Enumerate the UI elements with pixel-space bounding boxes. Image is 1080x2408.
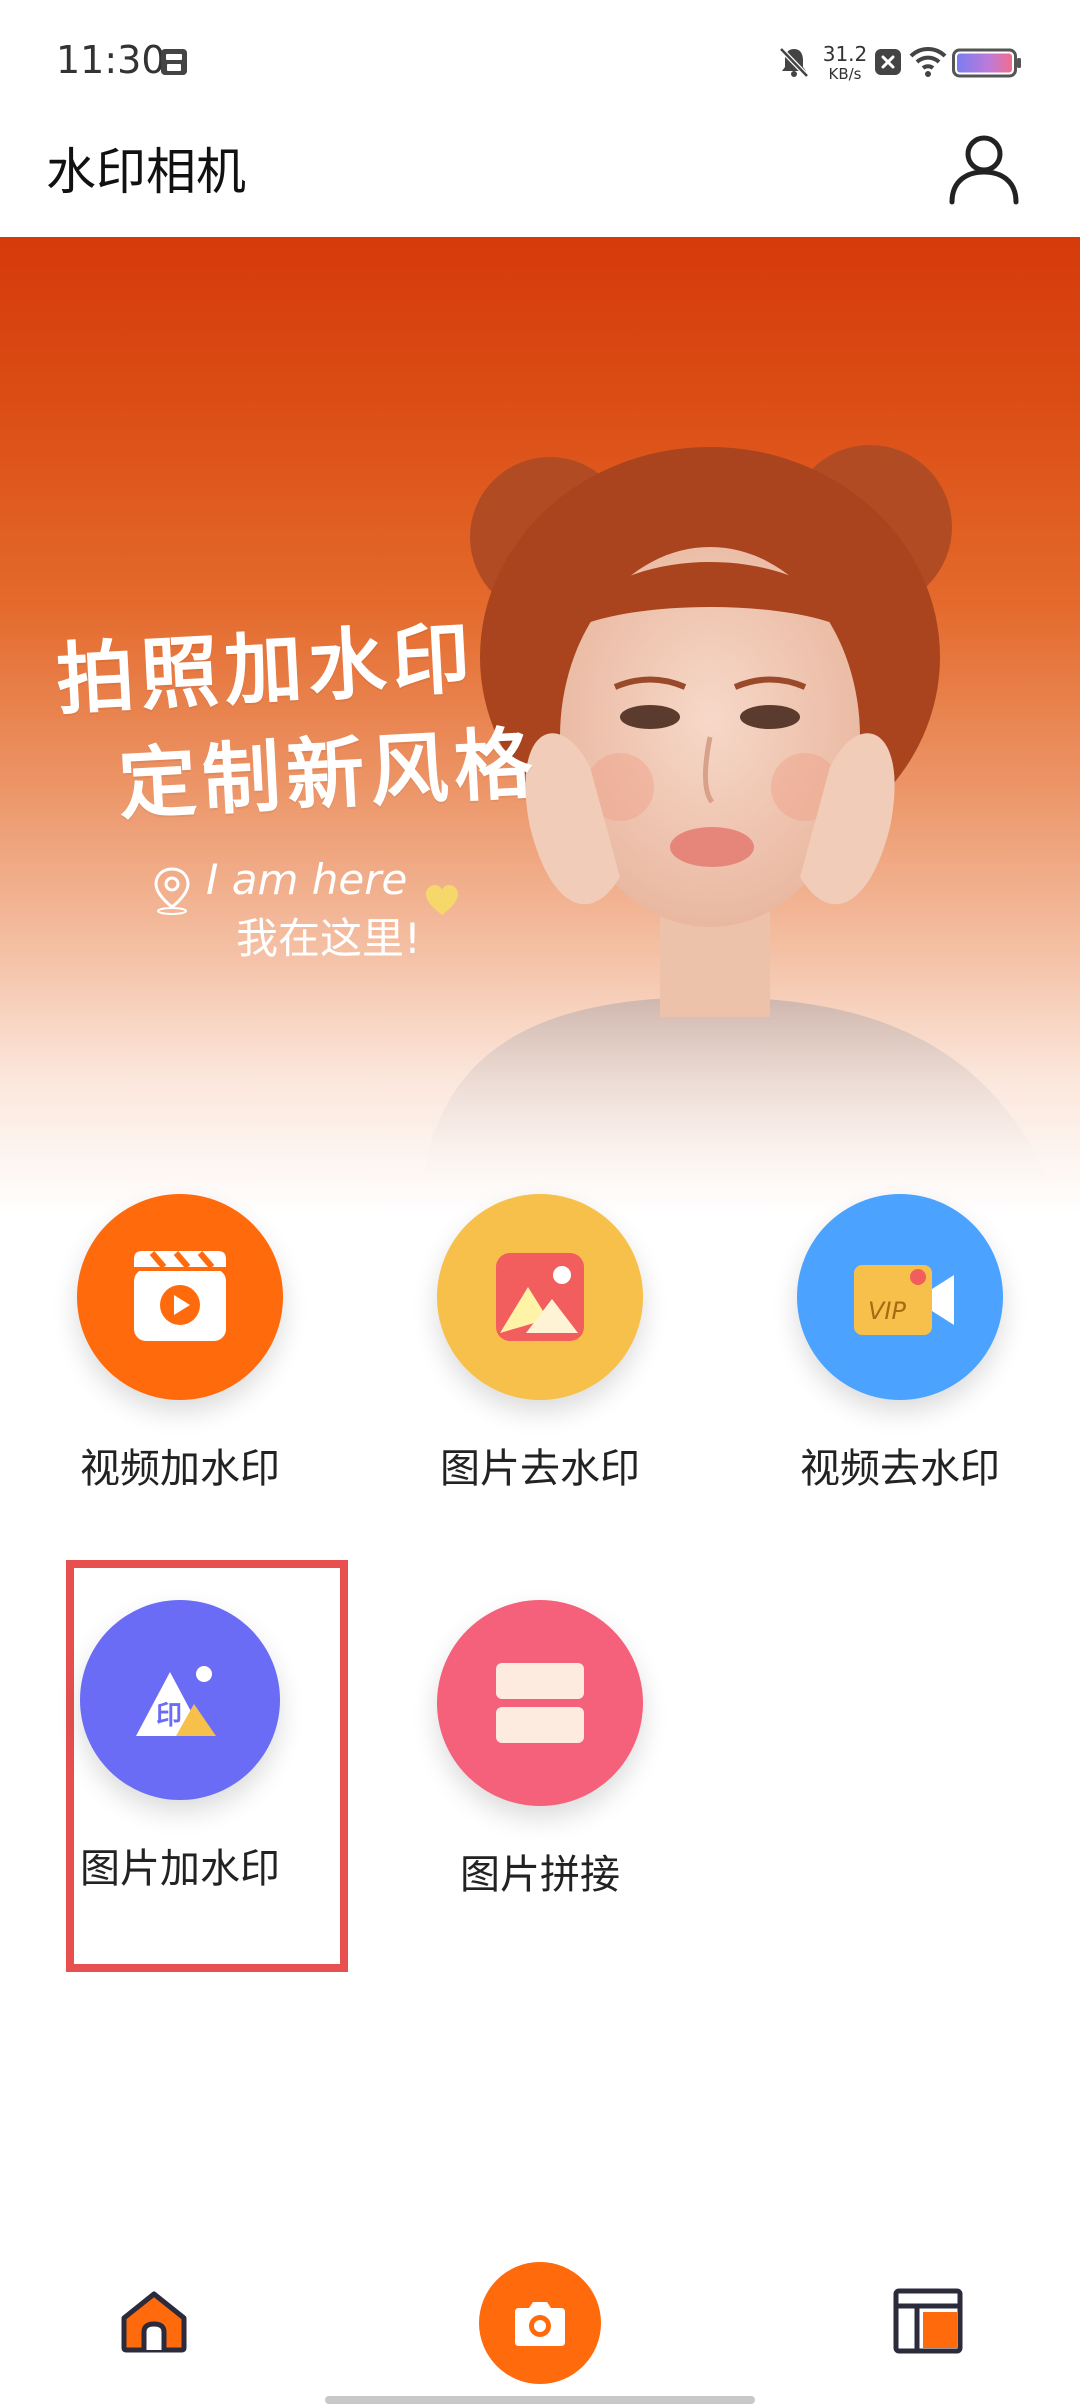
heart-icon (426, 885, 458, 915)
image-icon (496, 1253, 584, 1341)
feature-label: 视频去水印 (800, 1446, 1000, 1492)
camera-icon (515, 2302, 565, 2346)
status-time: 11:30 (56, 38, 166, 82)
feature-image-collage[interactable]: 图片拼接 (390, 1600, 690, 1900)
battery-icon (952, 48, 1021, 78)
home-icon[interactable] (118, 2288, 190, 2354)
camera-button[interactable] (479, 2262, 601, 2384)
tagline-chinese: 我在这里! (236, 914, 421, 963)
notification-close-icon (875, 49, 901, 75)
status-bar: 11:30 31.2 KB/s (0, 0, 1080, 110)
feature-image-remove-watermark[interactable]: 图片去水印 (390, 1194, 690, 1494)
video-clapper-icon (134, 1251, 226, 1341)
collage-icon (496, 1663, 584, 1743)
promo-banner[interactable]: 拍照加水印 定制新风格 I am here 我在这里! (0, 237, 1080, 1287)
feature-icon-bg: 印 (80, 1600, 280, 1800)
banner-headline-2: 定制新风格 (116, 719, 541, 831)
feature-label: 视频加水印 (80, 1446, 280, 1492)
svg-text:印: 印 (156, 1701, 182, 1731)
feature-label: 图片加水印 (80, 1846, 280, 1892)
home-indicator (325, 2396, 755, 2404)
tagline-english: I am here (206, 855, 408, 904)
feature-video-remove-watermark[interactable]: VIP 视频去水印 (750, 1194, 1050, 1494)
feature-icon-bg (77, 1194, 283, 1400)
user-icon[interactable] (944, 128, 1024, 208)
wifi-icon (909, 46, 947, 77)
layout-icon[interactable] (893, 2288, 963, 2354)
feature-icon-bg (437, 1600, 643, 1806)
feature-image-add-watermark[interactable]: 印 图片加水印 (30, 1600, 330, 1894)
net-speed: 31.2 KB/s (822, 42, 868, 83)
vip-video-camera-icon: VIP (854, 1265, 954, 1335)
feature-icon-bg (437, 1194, 643, 1400)
svg-text:VIP: VIP (868, 1297, 906, 1325)
sd-card-icon (161, 49, 187, 75)
feature-label: 图片去水印 (440, 1446, 640, 1492)
mute-bell-icon (779, 47, 809, 78)
app-title: 水印相机 (46, 143, 246, 201)
feature-label: 图片拼接 (460, 1852, 620, 1898)
location-pin-icon (154, 867, 190, 915)
feature-video-add-watermark[interactable]: 视频加水印 (30, 1194, 330, 1494)
watermark-image-icon: 印 (136, 1666, 216, 1736)
feature-icon-bg: VIP (797, 1194, 1003, 1400)
